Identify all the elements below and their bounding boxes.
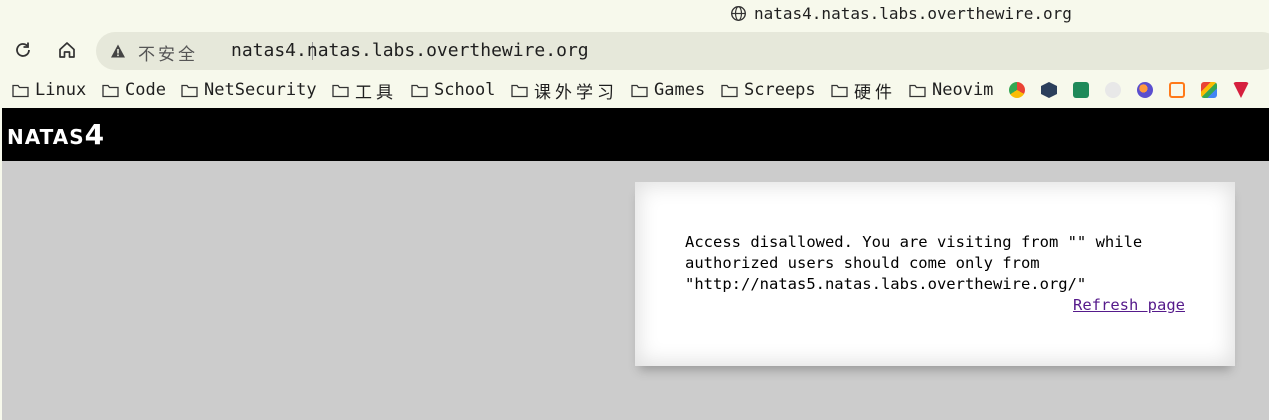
chromium-favicon[interactable] — [1009, 82, 1025, 98]
folder-icon — [831, 84, 848, 97]
bookmark-label: 工具 — [355, 82, 397, 103]
bookmark-label: 课外学习 — [534, 82, 618, 103]
bookmark-label: Screeps — [744, 80, 816, 100]
bookmark-label: NetSecurity — [204, 80, 317, 100]
page-viewport: NATAS4 Access disallowed. You are visiti… — [2, 108, 1269, 420]
folder-icon — [721, 84, 738, 97]
warning-icon[interactable] — [110, 43, 126, 59]
bookmark-label: Linux — [35, 80, 87, 100]
security-status-label[interactable]: 不安全 — [138, 40, 198, 65]
bookmark-folder-linux[interactable]: Linux — [12, 76, 86, 104]
bookmark-label: Neovim — [932, 80, 994, 100]
access-message: Access disallowed. You are visiting from… — [685, 233, 1143, 293]
url-text[interactable]: natas4.natas.labs.overthewire.org — [231, 40, 589, 61]
folder-icon — [181, 84, 198, 97]
bookmark-folder-games[interactable]: Games — [631, 76, 705, 104]
gmail-favicon[interactable] — [1201, 82, 1217, 98]
bookmark-folder-tools[interactable]: 工具 — [332, 76, 397, 104]
reload-button[interactable] — [11, 38, 35, 62]
bookmark-label: Code — [125, 80, 166, 100]
refresh-page-link[interactable]: Refresh page — [1073, 296, 1185, 314]
bookmark-folder-school[interactable]: School — [411, 76, 495, 104]
gray-favicon[interactable] — [1105, 82, 1121, 98]
bookmark-folder-code[interactable]: Code — [102, 76, 166, 104]
orange-favicon[interactable] — [1169, 82, 1185, 98]
folder-icon — [12, 84, 29, 97]
bookmark-folder-hardware[interactable]: 硬件 — [831, 76, 896, 104]
bookmark-folder-extracurricular[interactable]: 课外学习 — [511, 76, 618, 104]
firefox-favicon[interactable] — [1137, 82, 1153, 98]
green-favicon[interactable] — [1073, 82, 1089, 98]
globe-icon — [731, 6, 746, 21]
folder-icon — [332, 84, 349, 97]
address-bar[interactable]: 不安全 natas4.natas.labs.overthewire.org — [96, 32, 1269, 70]
bookmark-folder-netsecurity[interactable]: NetSecurity — [181, 76, 317, 104]
bookmark-label: 硬件 — [854, 82, 896, 103]
reload-icon — [16, 42, 30, 57]
page-title: NATAS4 — [7, 118, 105, 151]
folder-icon — [909, 84, 926, 97]
folder-icon — [631, 84, 648, 97]
page-header: NATAS4 — [2, 108, 1269, 161]
browser-toolbar: 不安全 natas4.natas.labs.overthewire.org — [0, 28, 1269, 72]
bookmark-label: School — [434, 80, 496, 100]
home-button[interactable] — [55, 38, 79, 62]
page-title-text: NATAS — [7, 125, 85, 149]
home-icon — [59, 42, 75, 58]
bookmark-label: Games — [654, 80, 706, 100]
bookmark-folder-neovim[interactable]: Neovim — [909, 76, 993, 104]
page-title-number: 4 — [84, 118, 106, 151]
folder-icon — [411, 84, 428, 97]
window-title: natas4.natas.labs.overthewire.org — [754, 4, 1072, 23]
window-title-bar: natas4.natas.labs.overthewire.org — [0, 0, 1269, 28]
folder-icon — [102, 84, 119, 97]
folder-icon — [511, 84, 528, 97]
content-panel: Access disallowed. You are visiting from… — [635, 182, 1235, 366]
bookmark-folder-screeps[interactable]: Screeps — [721, 76, 816, 104]
